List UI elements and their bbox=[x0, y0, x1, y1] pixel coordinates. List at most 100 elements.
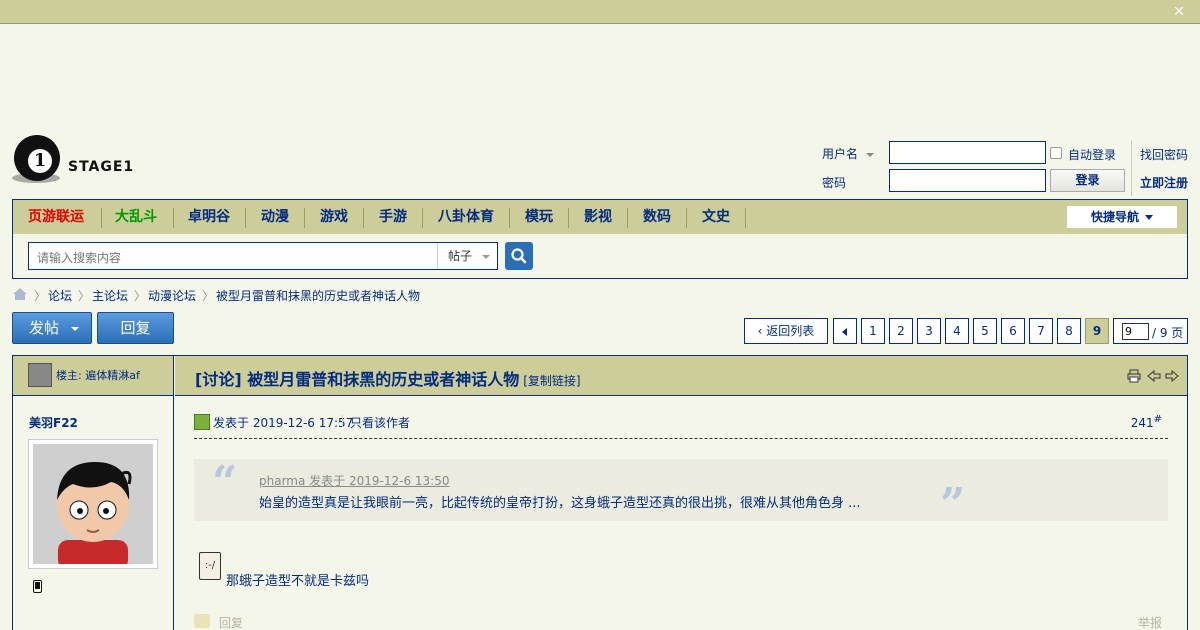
logo-text: STAGE1 bbox=[68, 159, 135, 175]
nav-item-zhuomingu[interactable]: 卓明谷 bbox=[188, 200, 230, 234]
post-actions: 回复 举报 bbox=[194, 614, 1168, 630]
nav-item-daluandou[interactable]: 大乱斗 bbox=[115, 200, 157, 234]
thread-owner[interactable]: 楼主: 遍体精淋af bbox=[56, 367, 140, 383]
thread-title: [讨论] 被型月雷普和抹黑的历史或者神话人物 [复制链接] bbox=[195, 370, 581, 389]
nav-item-bagua[interactable]: 八卦体育 bbox=[438, 200, 494, 234]
post-body: 那蛾子造型不就是卡兹吗 bbox=[226, 574, 370, 589]
password-input[interactable] bbox=[889, 169, 1046, 192]
find-password-link[interactable]: 找回密码 bbox=[1140, 146, 1188, 163]
nav-item-mowan[interactable]: 模玩 bbox=[525, 200, 553, 234]
username-label[interactable]: 用户名 bbox=[822, 145, 875, 162]
page-link[interactable]: 2 bbox=[889, 318, 913, 344]
quote-source-link[interactable]: pharma 发表于 2019-12-6 13:50 bbox=[259, 472, 449, 489]
breadcrumb-forum[interactable]: 论坛 bbox=[48, 287, 72, 304]
owner-avatar[interactable] bbox=[28, 363, 52, 387]
search-placeholder: 请输入搜索内容 bbox=[37, 251, 122, 265]
print-icon[interactable] bbox=[1127, 369, 1141, 387]
triangle-left-icon bbox=[842, 327, 847, 336]
quote-block: “ pharma 发表于 2019-12-6 13:50 始皇的造型真是让我眼前… bbox=[194, 457, 1168, 530]
breadcrumb-main-forum[interactable]: 主论坛 bbox=[92, 287, 128, 304]
reply-link[interactable]: 回复 bbox=[219, 614, 243, 630]
author-sidebar: 楼主: 遍体精淋af 美羽F22 bbox=[13, 356, 174, 630]
page-link[interactable]: 8 bbox=[1057, 318, 1081, 344]
logo-circle: 1 bbox=[14, 135, 60, 181]
page-link[interactable]: 1 bbox=[861, 318, 885, 344]
prev-page-button[interactable] bbox=[833, 318, 857, 344]
previous-thread-icon[interactable] bbox=[1147, 369, 1161, 387]
auto-login-label[interactable]: 自动登录 bbox=[1068, 146, 1116, 163]
chevron-down-icon bbox=[1145, 215, 1153, 220]
thread-title-bar: [讨论] 被型月雷普和抹黑的历史或者神话人物 [复制链接] bbox=[175, 356, 1187, 396]
nav-item-shouyou[interactable]: 手游 bbox=[379, 200, 407, 234]
nav-divider bbox=[686, 208, 687, 228]
chevron-down-icon bbox=[482, 254, 491, 259]
search-icon bbox=[511, 248, 527, 264]
floor-number[interactable]: 241# bbox=[1131, 414, 1162, 430]
nav-divider bbox=[509, 208, 510, 228]
nav-divider bbox=[363, 208, 364, 228]
logo-mark: 1 bbox=[28, 149, 52, 173]
breadcrumb-separator: 〉 bbox=[78, 289, 91, 303]
right-quote-icon: ” bbox=[940, 479, 966, 530]
breadcrumb-thread[interactable]: 被型月雷普和抹黑的历史或者神话人物 bbox=[216, 287, 420, 304]
sticker-icon: :-/ bbox=[199, 552, 221, 580]
avatar-image bbox=[33, 444, 153, 564]
register-link[interactable]: 立即注册 bbox=[1140, 174, 1188, 191]
page-link[interactable]: 6 bbox=[1001, 318, 1025, 344]
user-profile-icon bbox=[194, 414, 210, 430]
page-jump: 9 / 9 页 bbox=[1113, 318, 1188, 344]
only-author-link[interactable]: 只看该作者 bbox=[350, 414, 410, 431]
login-button[interactable]: 登录 bbox=[1050, 169, 1125, 192]
breadcrumb-separator: 〉 bbox=[202, 289, 215, 303]
quote-text: 始皇的造型真是让我眼前一亮，比起传统的皇帝打扮，这身蛾子造型还真的很出挑，很难从… bbox=[259, 496, 861, 511]
close-icon[interactable]: ✕ bbox=[1172, 5, 1186, 19]
nav-divider bbox=[422, 208, 423, 228]
post-container: 楼主: 遍体精淋af 美羽F22 [讨论] 被型月雷普和抹黑的历史或者神话人物 … bbox=[12, 355, 1188, 630]
post-time: 发表于 2019-12-6 17:57 bbox=[213, 416, 354, 430]
next-thread-icon[interactable] bbox=[1165, 369, 1179, 387]
nav-divider bbox=[627, 208, 628, 228]
username-input[interactable] bbox=[889, 141, 1046, 164]
copy-link-button[interactable]: [复制链接] bbox=[523, 374, 580, 388]
search-type-select[interactable]: 帖子 bbox=[437, 243, 498, 269]
nav-item-youxi[interactable]: 游戏 bbox=[320, 200, 348, 234]
nav-item-wenshi[interactable]: 文史 bbox=[702, 200, 730, 234]
report-link[interactable]: 举报 bbox=[1138, 614, 1162, 630]
nav-item-yeyou[interactable]: 页游联运 bbox=[28, 200, 84, 234]
reply-icon[interactable] bbox=[194, 614, 210, 628]
breadcrumb-separator: 〉 bbox=[134, 289, 147, 303]
nav-box: 页游联运 大乱斗 卓明谷 动漫 游戏 手游 八卦体育 模玩 影视 数码 文史 快… bbox=[12, 199, 1188, 279]
chevron-down-icon bbox=[71, 327, 79, 331]
nav-item-shuma[interactable]: 数码 bbox=[643, 200, 671, 234]
chevron-left-icon: ‹ bbox=[757, 324, 767, 338]
page-link-current[interactable]: 9 bbox=[1085, 318, 1109, 344]
back-to-list-button[interactable]: ‹ 返回列表 bbox=[744, 318, 828, 344]
page-link[interactable]: 5 bbox=[973, 318, 997, 344]
site-logo[interactable]: 1 STAGE1 bbox=[12, 133, 142, 185]
page-total: / 9 页 bbox=[1152, 326, 1184, 340]
mobile-icon bbox=[33, 580, 42, 596]
nav-item-dongman[interactable]: 动漫 bbox=[261, 200, 289, 234]
divider bbox=[1131, 140, 1132, 196]
reply-button[interactable]: 回复 bbox=[97, 312, 174, 344]
new-post-button[interactable]: 发帖 bbox=[12, 312, 92, 344]
chevron-down-icon bbox=[866, 152, 875, 157]
auto-login-checkbox[interactable] bbox=[1050, 147, 1062, 159]
main-nav: 页游联运 大乱斗 卓明谷 动漫 游戏 手游 八卦体育 模玩 影视 数码 文史 快… bbox=[13, 200, 1187, 234]
top-bar: ✕ bbox=[0, 0, 1200, 24]
nav-item-yingshi[interactable]: 影视 bbox=[584, 200, 612, 234]
quick-nav-button[interactable]: 快捷导航 bbox=[1067, 206, 1177, 228]
nav-divider bbox=[101, 208, 102, 228]
home-icon[interactable] bbox=[12, 287, 28, 304]
page-link[interactable]: 7 bbox=[1029, 318, 1053, 344]
nav-divider bbox=[568, 208, 569, 228]
search-button[interactable] bbox=[505, 242, 533, 270]
page-link[interactable]: 4 bbox=[945, 318, 969, 344]
page-link[interactable]: 3 bbox=[917, 318, 941, 344]
password-label: 密码 bbox=[822, 176, 847, 190]
page-jump-input[interactable]: 9 bbox=[1122, 323, 1149, 340]
avatar[interactable] bbox=[28, 439, 158, 569]
author-name[interactable]: 美羽F22 bbox=[29, 414, 78, 431]
search-input[interactable]: 请输入搜索内容 帖子 bbox=[28, 242, 498, 270]
breadcrumb-anime-forum[interactable]: 动漫论坛 bbox=[148, 287, 196, 304]
